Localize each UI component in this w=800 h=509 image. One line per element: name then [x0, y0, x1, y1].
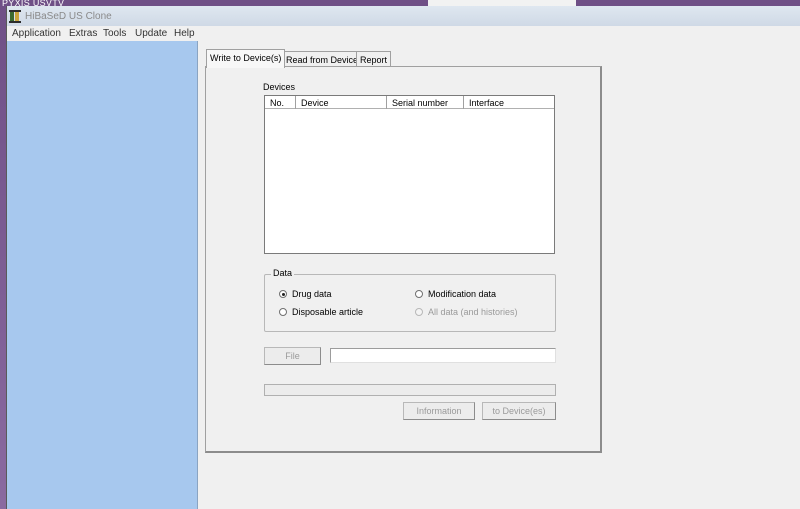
column-serial-number[interactable]: Serial number — [387, 96, 464, 109]
modification-data-label: Modification data — [428, 289, 497, 299]
devices-list-header: No. Device Serial number Interface — [265, 96, 554, 109]
menu-bar: Application Extras Tools Update Help — [7, 26, 800, 41]
tab-write-to-devices[interactable]: Write to Device(s) — [206, 49, 286, 68]
disposable-article-label: Disposable article — [292, 307, 364, 317]
data-groupbox: Data Drug data Modification data Disposa… — [264, 268, 556, 332]
information-button[interactable]: Information — [403, 402, 475, 420]
column-interface[interactable]: Interface — [464, 96, 554, 109]
left-panel — [7, 41, 198, 509]
devices-label: Devices — [263, 82, 296, 92]
menu-application[interactable]: Application — [12, 28, 61, 39]
menu-extras[interactable]: Extras — [69, 28, 97, 39]
file-button[interactable]: File — [264, 347, 321, 365]
write-tab-panel: Devices No. Device Serial number Interfa… — [205, 66, 602, 453]
menu-tools[interactable]: Tools — [103, 28, 126, 39]
all-data-radio[interactable] — [415, 308, 423, 316]
app-icon — [9, 10, 21, 23]
column-device[interactable]: Device — [296, 96, 387, 109]
drug-data-radio[interactable] — [279, 290, 287, 298]
file-path-input[interactable] — [330, 348, 556, 363]
all-data-label: All data (and histories) — [428, 307, 518, 317]
modification-data-radio[interactable] — [415, 290, 423, 298]
title-bar[interactable]: HiBaSeD US Clone — [7, 6, 800, 26]
column-no[interactable]: No. — [265, 96, 296, 109]
data-group-title: Data — [271, 268, 295, 278]
progress-bar — [264, 384, 556, 396]
disposable-article-radio[interactable] — [279, 308, 287, 316]
app-window: HiBaSeD US Clone Application Extras Tool… — [6, 6, 800, 509]
drug-data-label: Drug data — [292, 289, 332, 299]
to-devices-button[interactable]: to Device(es) — [482, 402, 556, 420]
menu-help[interactable]: Help — [174, 28, 195, 39]
menu-update[interactable]: Update — [135, 28, 167, 39]
devices-list[interactable]: No. Device Serial number Interface — [264, 95, 555, 254]
window-title: HiBaSeD US Clone — [25, 11, 112, 22]
